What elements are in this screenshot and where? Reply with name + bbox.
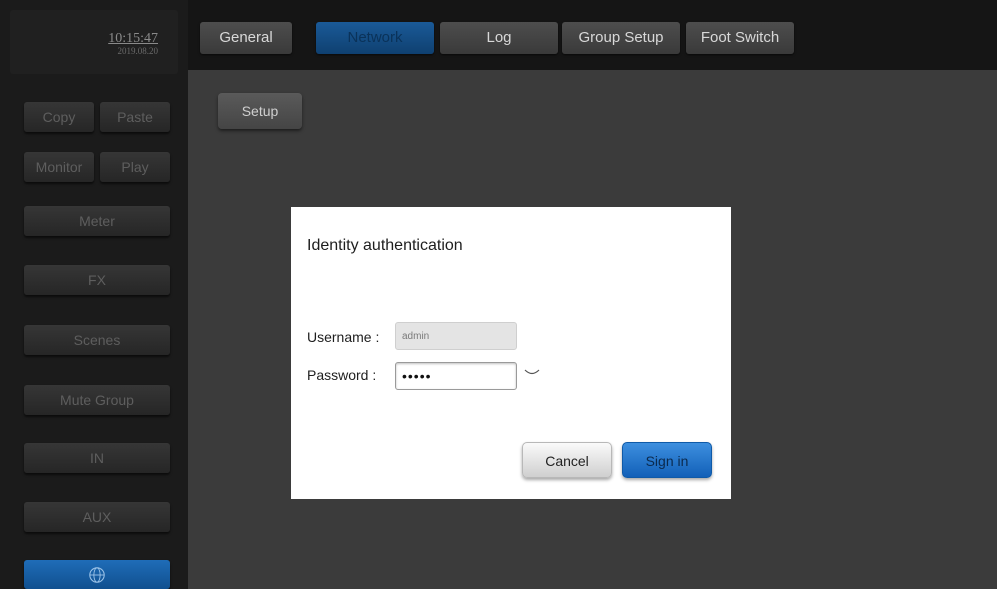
sidebar: 10:15:47 2019.08.20 Copy Paste Monitor P… bbox=[0, 0, 188, 589]
top-tab-bar: General Network Log Group Setup Foot Swi… bbox=[188, 10, 997, 66]
tab-log[interactable]: Log bbox=[440, 22, 558, 54]
identity-auth-dialog: Identity authentication Username : admin… bbox=[291, 207, 731, 499]
clock-time: 10:15:47 bbox=[108, 31, 158, 46]
scenes-button[interactable]: Scenes bbox=[24, 325, 170, 355]
clock-display: 10:15:47 2019.08.20 bbox=[10, 10, 178, 74]
aux-button[interactable]: AUX bbox=[24, 502, 170, 532]
eye-closed-icon[interactable] bbox=[523, 365, 541, 379]
dialog-title: Identity authentication bbox=[307, 237, 463, 254]
fx-button[interactable]: FX bbox=[24, 265, 170, 295]
sign-in-button[interactable]: Sign in bbox=[622, 442, 712, 478]
copy-button[interactable]: Copy bbox=[24, 102, 94, 132]
mute-group-button[interactable]: Mute Group bbox=[24, 385, 170, 415]
monitor-button[interactable]: Monitor bbox=[24, 152, 94, 182]
globe-icon bbox=[89, 567, 105, 583]
tab-general[interactable]: General bbox=[200, 22, 292, 54]
meter-button[interactable]: Meter bbox=[24, 206, 170, 236]
password-field[interactable]: ••••• bbox=[395, 362, 517, 390]
paste-button[interactable]: Paste bbox=[100, 102, 170, 132]
tab-foot-switch[interactable]: Foot Switch bbox=[686, 22, 794, 54]
cancel-button[interactable]: Cancel bbox=[522, 442, 612, 478]
clock-date: 2019.08.20 bbox=[117, 46, 159, 56]
username-label: Username : bbox=[307, 329, 380, 345]
network-globe-button[interactable] bbox=[24, 560, 170, 589]
tab-network[interactable]: Network bbox=[316, 22, 434, 54]
tab-group-setup[interactable]: Group Setup bbox=[562, 22, 680, 54]
in-button[interactable]: IN bbox=[24, 443, 170, 473]
username-field[interactable]: admin bbox=[395, 322, 517, 350]
play-button[interactable]: Play bbox=[100, 152, 170, 182]
setup-button[interactable]: Setup bbox=[218, 93, 302, 129]
password-label: Password : bbox=[307, 367, 377, 383]
